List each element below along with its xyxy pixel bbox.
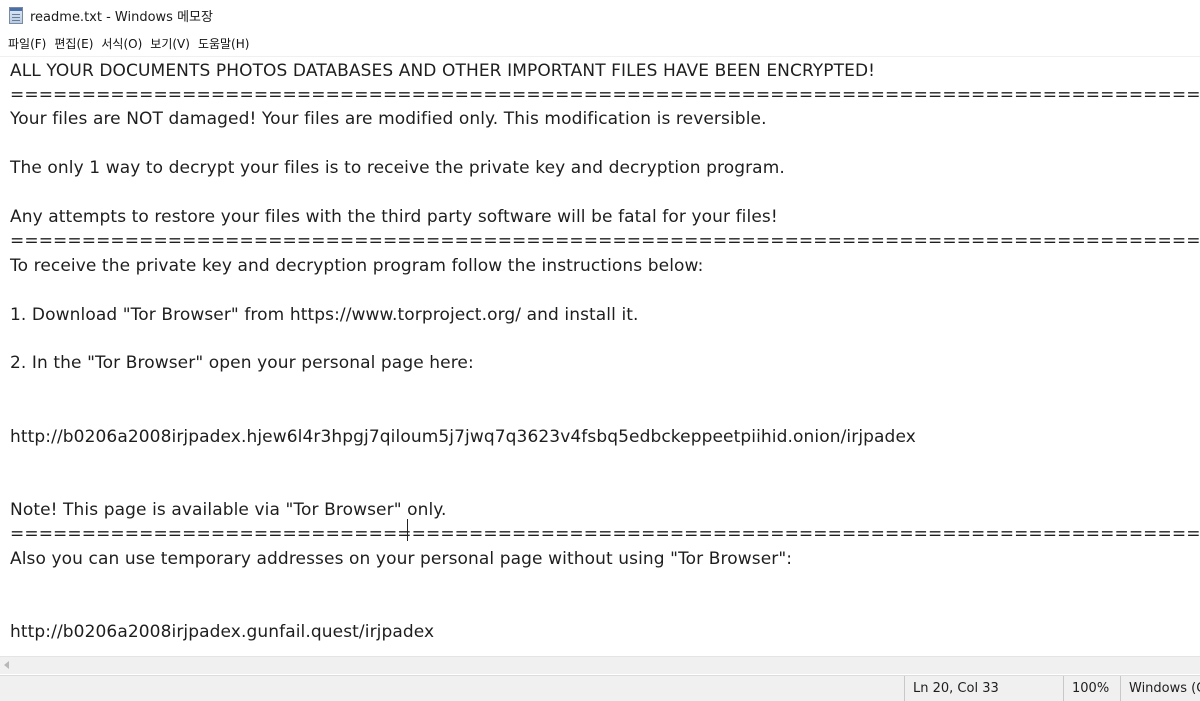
text-caret [407,519,408,541]
temp-url-line: http://b0206a2008irjpadex.gunfail.quest/… [10,622,435,642]
zoom-level: 100% [1063,676,1122,701]
text-line: ALL YOUR DOCUMENTS PHOTOS DATABASES AND … [10,61,876,81]
text-line: 2. In the "Tor Browser" open your person… [10,353,474,373]
menu-format[interactable]: 서식(O) [101,35,142,52]
menu-bar: 파일(F) 편집(E) 서식(O) 보기(V) 도움말(H) [0,33,1200,53]
scroll-left-arrow-icon[interactable] [4,661,9,669]
notepad-icon [9,6,23,24]
onion-url-line: http://b0206a2008irjpadex.hjew6l4r3hpgj7… [10,427,916,447]
menu-view[interactable]: 보기(V) [150,35,190,52]
menu-edit[interactable]: 편집(E) [54,35,93,52]
text-editor[interactable]: ALL YOUR DOCUMENTS PHOTOS DATABASES AND … [0,56,1200,657]
window-title: readme.txt - Windows 메모장 [30,9,213,25]
line-ending: Windows (CRLF) [1120,676,1200,701]
menu-file[interactable]: 파일(F) [8,35,46,52]
status-bar: Ln 20, Col 33 100% Windows (CRLF) [0,675,1200,701]
horizontal-scrollbar[interactable] [0,656,1200,674]
separator-line: ========================================… [10,85,1200,105]
separator-line: ========================================… [10,231,1200,251]
text-line: The only 1 way to decrypt your files is … [10,158,785,178]
text-line: Your files are NOT damaged! Your files a… [10,109,767,129]
title-bar: readme.txt - Windows 메모장 [0,0,1200,30]
text-line: Also you can use temporary addresses on … [10,549,793,569]
cursor-position: Ln 20, Col 33 [904,676,1059,701]
text-line: To receive the private key and decryptio… [10,256,704,276]
text-line: Any attempts to restore your files with … [10,207,778,227]
text-line: Note! This page is available via "Tor Br… [10,500,447,520]
menu-help[interactable]: 도움말(H) [198,35,250,52]
separator-line: ========================================… [10,524,1200,544]
text-line: 1. Download "Tor Browser" from https://w… [10,305,639,325]
